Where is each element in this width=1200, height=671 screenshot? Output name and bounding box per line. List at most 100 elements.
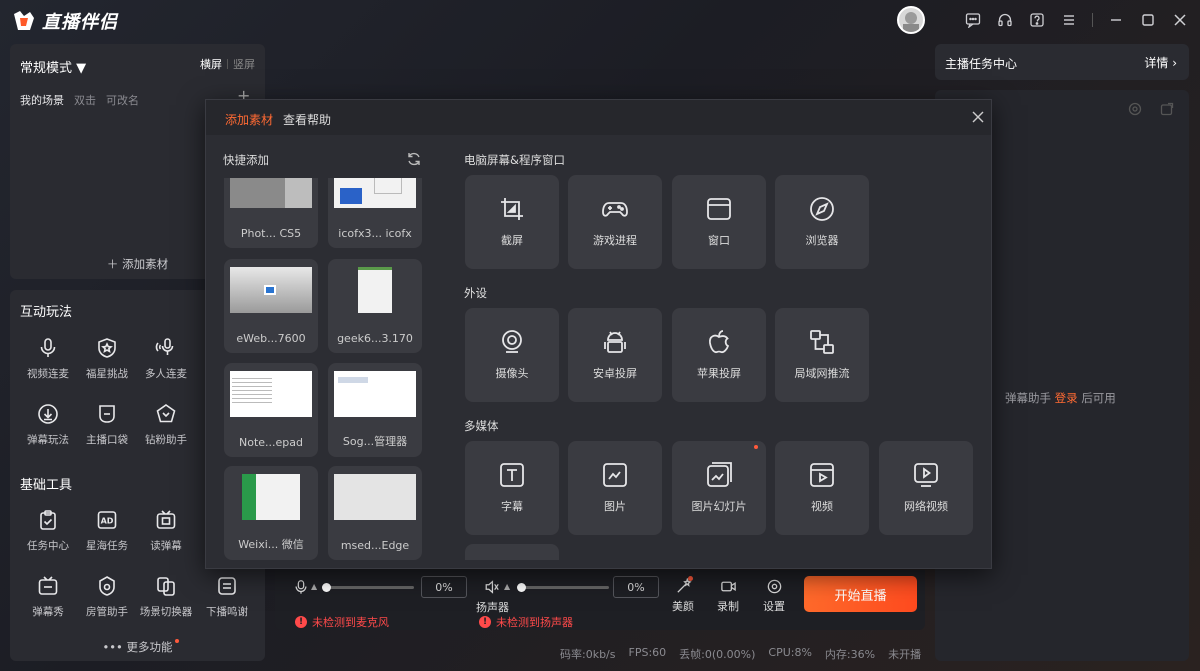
menu-icon[interactable]	[1060, 11, 1078, 29]
task-detail-link[interactable]: 详情 ›	[1144, 54, 1177, 71]
notification-dot	[688, 576, 693, 581]
mic-slider-handle[interactable]	[322, 583, 331, 592]
tool-multi-mic[interactable]: 多人连麦	[135, 334, 197, 381]
tab-add-material[interactable]: 添加素材	[225, 111, 273, 128]
tool-stream-thanks[interactable]: 下播鸣谢	[196, 572, 258, 619]
source-video[interactable]: 视频	[775, 441, 869, 535]
window-thumb[interactable]: eWeb...7600	[224, 259, 318, 353]
warning-icon: !	[295, 616, 307, 628]
tool-danmu-show[interactable]: 弹幕秀	[17, 572, 79, 619]
start-live-button[interactable]: 开始直播	[804, 576, 917, 612]
tool-label: 主播口袋	[86, 434, 128, 446]
pocket-icon	[93, 400, 121, 428]
mode-dropdown[interactable]: 常规模式 ▼	[20, 57, 86, 76]
avatar[interactable]	[897, 6, 925, 34]
source-slideshow[interactable]: 图片幻灯片	[672, 441, 766, 535]
speaker-label: 扬声器	[476, 601, 509, 614]
dialog-close-icon[interactable]	[972, 111, 984, 123]
close-icon[interactable]	[1171, 11, 1189, 29]
source-android-cast[interactable]: 安卓投屏	[568, 308, 662, 402]
tool-star-sea[interactable]: AD 星海任务	[76, 506, 138, 553]
window-thumb[interactable]: Phot... CS5	[224, 178, 318, 248]
help-icon[interactable]	[1028, 11, 1046, 29]
tool-danmu-play[interactable]: 弹幕玩法	[17, 400, 79, 447]
window-preview	[334, 371, 416, 417]
tool-label: 福星挑战	[86, 368, 128, 380]
app-title: 直播伴侣	[42, 12, 118, 33]
minimize-icon[interactable]	[1107, 11, 1125, 29]
source-text[interactable]: 字幕	[465, 441, 559, 535]
download-circle-icon	[34, 400, 62, 428]
source-game[interactable]: 游戏进程	[568, 175, 662, 269]
source-image[interactable]: 图片	[568, 441, 662, 535]
source-webcam[interactable]: 摄像头	[465, 308, 559, 402]
source-screenshot[interactable]: 截屏	[465, 175, 559, 269]
speaker-volume-value[interactable]: 0%	[613, 576, 659, 598]
mic-caret-icon[interactable]: ▲	[311, 582, 317, 591]
portrait-option[interactable]: 竖屏	[233, 56, 255, 72]
camera-record-icon	[720, 581, 736, 592]
window-thumb[interactable]: Sog...管理器	[328, 363, 422, 457]
tool-streamer-pocket[interactable]: 主播口袋	[76, 400, 138, 447]
chat-icon[interactable]	[964, 11, 982, 29]
source-lan-stream[interactable]: 局域网推流	[775, 308, 869, 402]
window-icon	[705, 195, 733, 223]
tool-label: 弹幕秀	[32, 606, 64, 618]
window-label: eWeb...7600	[236, 332, 306, 345]
source-label: 视频	[811, 500, 833, 513]
source-apple-cast[interactable]: 苹果投屏	[672, 308, 766, 402]
login-link[interactable]: 登录	[1055, 391, 1078, 405]
tab-view-help[interactable]: 查看帮助	[283, 111, 331, 128]
bitrate-status: 码率:0kb/s	[560, 648, 616, 661]
window-thumb[interactable]: geek6...3.170	[328, 259, 422, 353]
video-icon	[808, 461, 836, 489]
mic-volume-value[interactable]: 0%	[421, 576, 467, 598]
tool-scene-switcher[interactable]: 场景切换器	[135, 572, 197, 619]
speaker-icon[interactable]	[484, 579, 502, 597]
add-material-dialog: 添加素材 查看帮助 快捷添加 Phot... CS5 icofx3... ico…	[205, 99, 992, 569]
source-card-partial[interactable]	[465, 544, 559, 560]
source-window[interactable]: 窗口	[672, 175, 766, 269]
mic-volume-slider[interactable]	[324, 586, 414, 589]
maximize-icon[interactable]	[1139, 11, 1157, 29]
slideshow-icon	[705, 461, 733, 489]
speaker-warning: ! 未检测到扬声器	[479, 614, 573, 630]
tool-label: 星海任务	[86, 540, 128, 552]
window-thumb[interactable]: Weixi... 微信	[224, 466, 318, 560]
mic-warning: ! 未检测到麦克风	[295, 614, 389, 630]
source-web-video[interactable]: 网络视频	[879, 441, 973, 535]
settings-icon[interactable]	[1128, 102, 1142, 116]
refresh-icon[interactable]	[406, 151, 422, 167]
tool-label: 钻粉助手	[145, 434, 187, 446]
popout-icon[interactable]	[1160, 102, 1174, 116]
tool-read-danmu[interactable]: 读弹幕	[135, 506, 197, 553]
source-browser[interactable]: 浏览器	[775, 175, 869, 269]
quick-add-title: 快捷添加	[223, 153, 269, 167]
window-thumb[interactable]: icofx3... icofx	[328, 178, 422, 248]
source-label: 截屏	[501, 234, 523, 247]
notification-dot	[754, 445, 758, 449]
window-thumb[interactable]: Note...epad	[224, 363, 318, 457]
cpu-status: CPU:8%	[768, 646, 812, 659]
window-thumb[interactable]: msed...Edge	[328, 466, 422, 560]
more-features-button[interactable]: ••• 更多功能	[10, 639, 265, 655]
mic-icon[interactable]	[293, 579, 311, 597]
speaker-volume-slider[interactable]	[519, 586, 609, 589]
settings-button[interactable]: 设置	[760, 578, 788, 614]
tool-video-mic[interactable]: 视频连麦	[17, 334, 79, 381]
speaker-slider-handle[interactable]	[517, 583, 526, 592]
scene-item[interactable]: 我的场景 双击 可改名	[20, 92, 139, 108]
headset-icon[interactable]	[996, 11, 1014, 29]
beauty-button[interactable]: 美颜	[669, 577, 697, 614]
tool-task-center[interactable]: 任务中心	[17, 506, 79, 553]
record-button[interactable]: 录制	[714, 578, 742, 614]
tool-lucky-challenge[interactable]: 福星挑战	[76, 334, 138, 381]
task-center-panel: 主播任务中心 详情 ›	[935, 44, 1189, 80]
window-label: geek6...3.170	[337, 332, 413, 345]
window-preview	[230, 267, 312, 313]
speaker-caret-icon[interactable]: ▲	[504, 582, 510, 591]
tool-diamond-fan[interactable]: 钻粉助手	[135, 400, 197, 447]
hint-text: 后可用	[1081, 391, 1116, 405]
landscape-option[interactable]: 横屏	[200, 56, 222, 72]
tool-room-admin[interactable]: 房管助手	[76, 572, 138, 619]
